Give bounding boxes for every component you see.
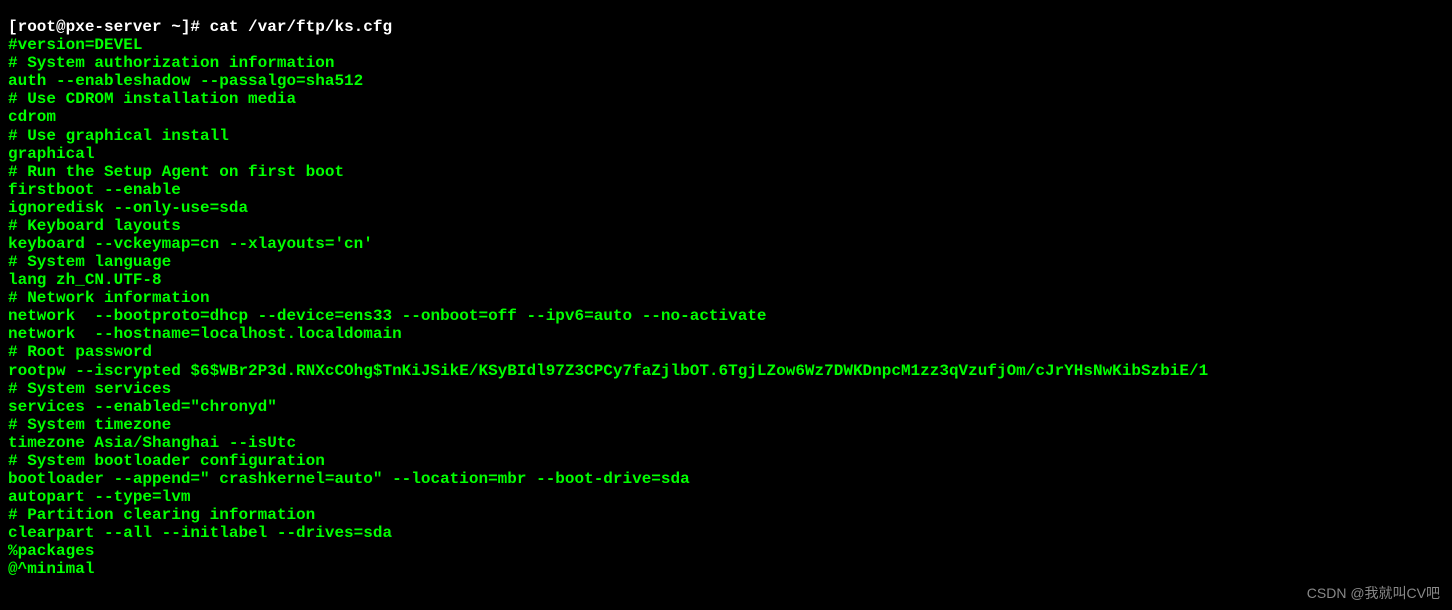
output-line: #version=DEVEL — [8, 36, 1444, 54]
shell-prompt: [root@pxe-server ~]# — [8, 18, 210, 36]
output-line: # Use graphical install — [8, 127, 1444, 145]
watermark-text: CSDN @我就叫CV吧 — [1307, 586, 1440, 602]
output-line: keyboard --vckeymap=cn --xlayouts='cn' — [8, 235, 1444, 253]
output-line: # Use CDROM installation media — [8, 90, 1444, 108]
output-line: network --bootproto=dhcp --device=ens33 … — [8, 307, 1444, 325]
output-line: @^minimal — [8, 560, 1444, 578]
output-line: %packages — [8, 542, 1444, 560]
output-line: # Run the Setup Agent on first boot — [8, 163, 1444, 181]
output-line: timezone Asia/Shanghai --isUtc — [8, 434, 1444, 452]
output-line: # Keyboard layouts — [8, 217, 1444, 235]
output-line: services --enabled="chronyd" — [8, 398, 1444, 416]
output-line: firstboot --enable — [8, 181, 1444, 199]
output-line: graphical — [8, 145, 1444, 163]
output-line: # System language — [8, 253, 1444, 271]
terminal-output[interactable]: [root@pxe-server ~]# cat /var/ftp/ks.cfg… — [8, 0, 1444, 597]
output-line: # System bootloader configuration — [8, 452, 1444, 470]
output-line: auth --enableshadow --passalgo=sha512 — [8, 72, 1444, 90]
output-line: lang zh_CN.UTF-8 — [8, 271, 1444, 289]
output-line: rootpw --iscrypted $6$WBr2P3d.RNXcCOhg$T… — [8, 362, 1444, 380]
output-line: # System authorization information — [8, 54, 1444, 72]
output-line: bootloader --append=" crashkernel=auto" … — [8, 470, 1444, 488]
output-line: # System timezone — [8, 416, 1444, 434]
output-line: # Root password — [8, 343, 1444, 361]
shell-command: cat /var/ftp/ks.cfg — [210, 18, 392, 36]
output-line: network --hostname=localhost.localdomain — [8, 325, 1444, 343]
output-line: # System services — [8, 380, 1444, 398]
output-line: autopart --type=lvm — [8, 488, 1444, 506]
output-line: ignoredisk --only-use=sda — [8, 199, 1444, 217]
output-line: clearpart --all --initlabel --drives=sda — [8, 524, 1444, 542]
output-line: # Network information — [8, 289, 1444, 307]
output-line: cdrom — [8, 108, 1444, 126]
output-line: # Partition clearing information — [8, 506, 1444, 524]
prompt-line: [root@pxe-server ~]# cat /var/ftp/ks.cfg — [8, 18, 1444, 36]
